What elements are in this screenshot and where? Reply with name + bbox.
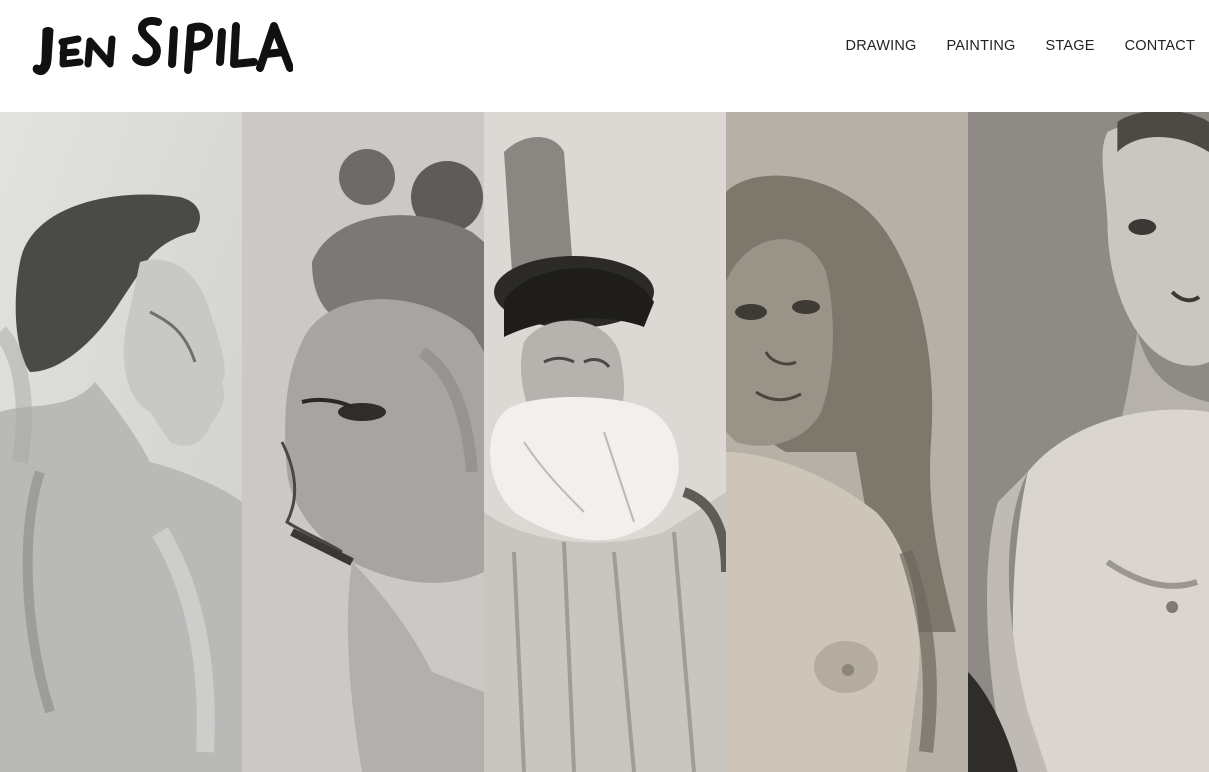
nav-contact-link[interactable]: CONTACT (1125, 38, 1195, 54)
artwork-panel-4[interactable] (726, 112, 968, 772)
nav-painting-link[interactable]: PAINTING (947, 38, 1016, 54)
artwork-panel-2[interactable] (242, 112, 484, 772)
main-nav: DRAWING PAINTING STAGE CONTACT (846, 38, 1195, 54)
artwork-image (484, 112, 726, 772)
site-header: DRAWING PAINTING STAGE CONTACT (0, 0, 1209, 112)
nav-stage-link[interactable]: STAGE (1046, 38, 1095, 54)
site-logo[interactable] (28, 12, 293, 82)
artwork-gallery (0, 112, 1209, 772)
logo-wordmark (32, 17, 293, 75)
artwork-image (726, 112, 968, 772)
artwork-panel-3[interactable] (484, 112, 726, 772)
artwork-panel-5[interactable] (968, 112, 1209, 772)
nav-drawing-link[interactable]: DRAWING (846, 38, 917, 54)
artwork-image (242, 112, 484, 772)
artwork-image (0, 112, 242, 772)
artwork-panel-1[interactable] (0, 112, 242, 772)
artwork-image (968, 112, 1209, 772)
